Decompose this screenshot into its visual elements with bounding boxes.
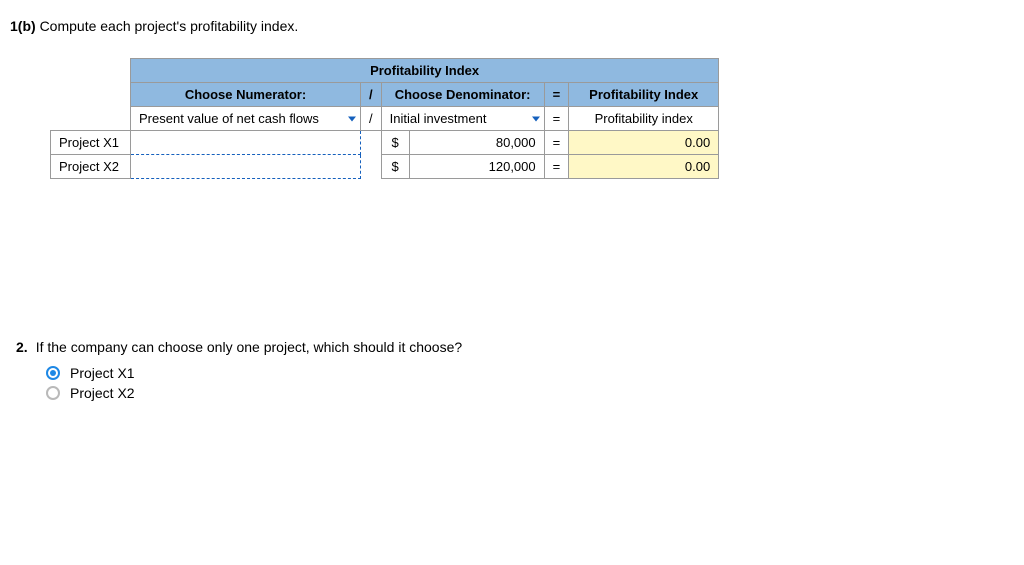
denominator-dropdown[interactable]: Initial investment xyxy=(381,107,544,131)
denominator-value[interactable]: 80,000 xyxy=(409,131,544,155)
profitability-table: Profitability Index Choose Numerator: / … xyxy=(50,58,719,179)
project-label: Project X2 xyxy=(51,155,131,179)
q1-text: Compute each project's profitability ind… xyxy=(40,18,299,34)
spacer xyxy=(51,83,131,107)
header-slash: / xyxy=(361,83,382,107)
option-label: Project X1 xyxy=(70,365,135,381)
numerator-dropdown[interactable]: Present value of net cash flows xyxy=(131,107,361,131)
spacer xyxy=(51,107,131,131)
header-eq: = xyxy=(544,83,569,107)
result-value: 0.00 xyxy=(569,155,719,179)
table-row: Project X2 $ 120,000 = 0.00 xyxy=(51,155,719,179)
equals-sign: = xyxy=(544,131,569,155)
subheader-eq: = xyxy=(544,107,569,131)
radio-icon[interactable] xyxy=(46,366,60,380)
table-row: Project X1 $ 80,000 = 0.00 xyxy=(51,131,719,155)
numerator-input[interactable] xyxy=(131,131,361,155)
spacer xyxy=(51,59,131,83)
question-1b: 1(b) Compute each project's profitabilit… xyxy=(10,18,1014,34)
subheader-result: Profitability index xyxy=(569,107,719,131)
option-project-x2[interactable]: Project X2 xyxy=(46,385,1014,401)
currency-symbol: $ xyxy=(381,131,409,155)
profitability-table-wrap: Profitability Index Choose Numerator: / … xyxy=(50,58,1014,179)
q1-label: 1(b) xyxy=(10,18,36,34)
q2-options: Project X1 Project X2 xyxy=(46,365,1014,401)
q2-label: 2. xyxy=(16,339,28,355)
header-denominator: Choose Denominator: xyxy=(381,83,544,107)
header-numerator: Choose Numerator: xyxy=(131,83,361,107)
subheader-slash: / xyxy=(361,107,382,131)
spacer xyxy=(361,155,382,179)
option-label: Project X2 xyxy=(70,385,135,401)
question-2: 2. If the company can choose only one pr… xyxy=(16,339,1014,401)
table-title: Profitability Index xyxy=(131,59,719,83)
header-result: Profitability Index xyxy=(569,83,719,107)
numerator-input[interactable] xyxy=(131,155,361,179)
spacer xyxy=(361,131,382,155)
result-value: 0.00 xyxy=(569,131,719,155)
denominator-value[interactable]: 120,000 xyxy=(409,155,544,179)
q2-text: If the company can choose only one proje… xyxy=(36,339,462,355)
project-label: Project X1 xyxy=(51,131,131,155)
equals-sign: = xyxy=(544,155,569,179)
currency-symbol: $ xyxy=(381,155,409,179)
option-project-x1[interactable]: Project X1 xyxy=(46,365,1014,381)
radio-icon[interactable] xyxy=(46,386,60,400)
